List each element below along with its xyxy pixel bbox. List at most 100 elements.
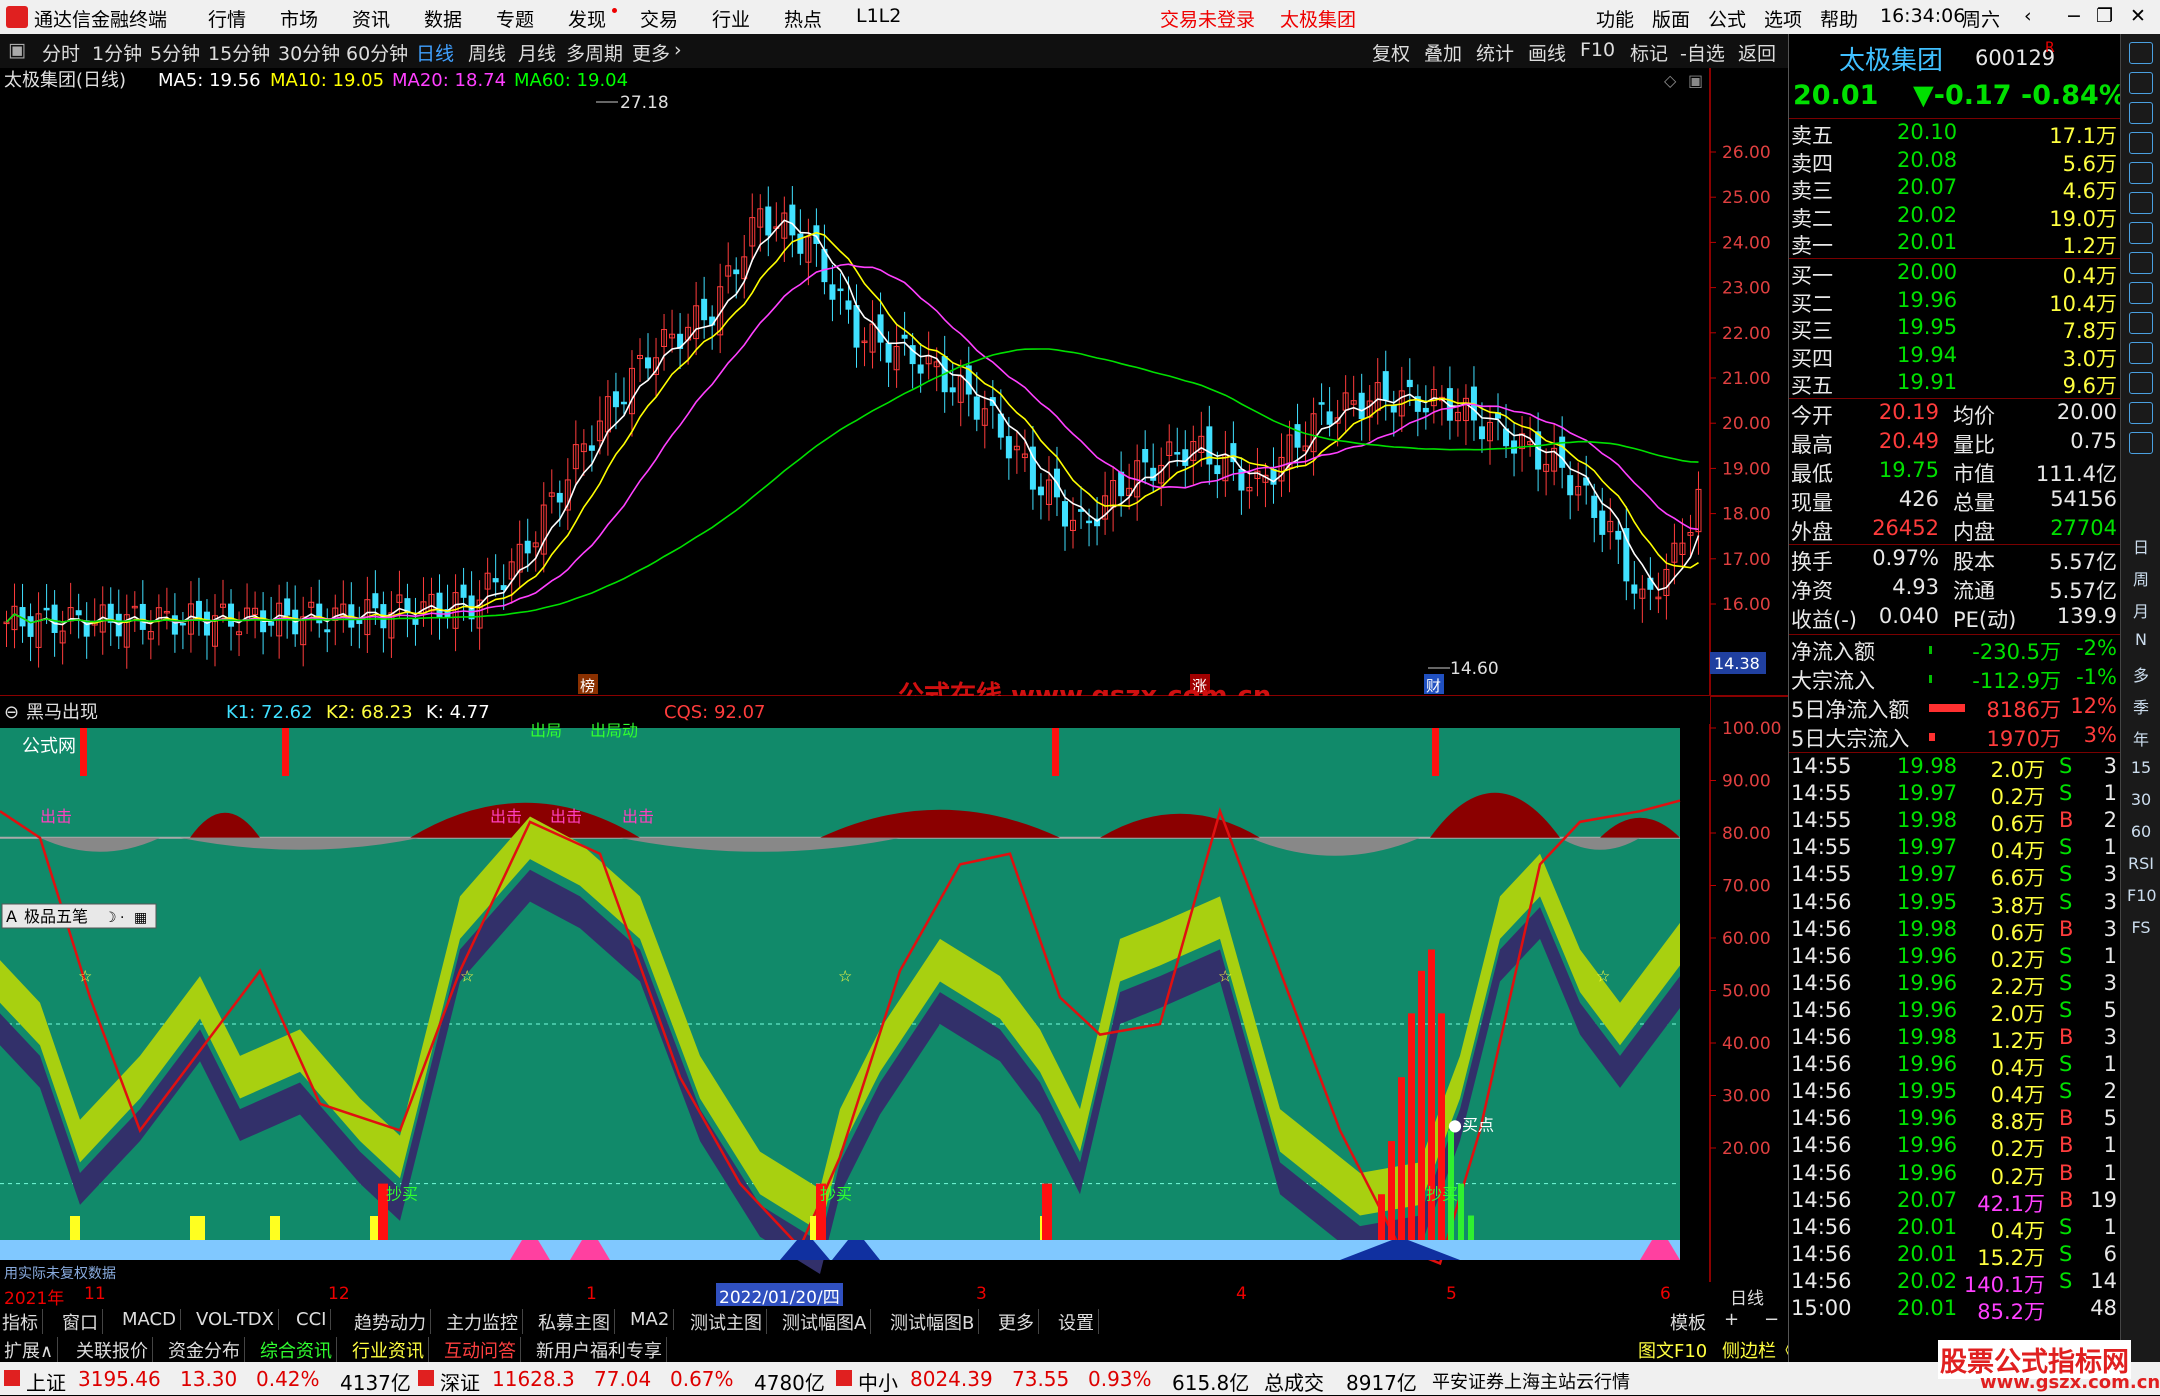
rail-down-icon[interactable]: [2129, 102, 2153, 124]
tick-list[interactable]: 14:55 19.98 2.0万 S 3 14:55 19.97 0.2万 S 1 14:55 19.…: [1789, 754, 2121, 1324]
ask-row[interactable]: 卖五 20.10 17.1万: [1789, 120, 2121, 148]
period-weekly[interactable]: 周线: [468, 39, 506, 66]
info-tab-4[interactable]: 行业资讯: [352, 1337, 429, 1363]
indicator-tab-2[interactable]: MACD: [122, 1309, 181, 1330]
event-tag-list[interactable]: 榜: [580, 677, 595, 695]
tick-row[interactable]: 14:55 19.97 0.2万 S 1: [1789, 781, 2121, 809]
indicator-tab-10[interactable]: 测试幅图A: [782, 1309, 872, 1335]
indicator-tab-13[interactable]: 设置: [1058, 1309, 1099, 1335]
rail-period-2[interactable]: 月: [2127, 598, 2155, 622]
period-15min[interactable]: 15分钟: [208, 39, 270, 66]
tick-row[interactable]: 14:56 19.96 0.4万 S 1: [1789, 1052, 2121, 1080]
indicator-tab-5[interactable]: 趋势动力: [354, 1309, 431, 1335]
rail-cal-icon[interactable]: [2129, 282, 2153, 304]
tick-row[interactable]: 14:56 19.96 2.2万 S 3: [1789, 971, 2121, 999]
rail-period-4[interactable]: 多: [2127, 662, 2155, 686]
adjust-button[interactable]: 复权: [1372, 39, 1410, 66]
tick-row[interactable]: 14:55 19.98 0.6万 B 2: [1789, 808, 2121, 836]
tab-remove-button[interactable]: −: [1764, 1309, 1779, 1330]
rail-table-icon[interactable]: [2129, 132, 2153, 154]
indicator-tab-12[interactable]: 更多: [998, 1309, 1039, 1335]
draw-button[interactable]: 画线: [1528, 39, 1566, 66]
menu-data[interactable]: 数据: [424, 5, 462, 32]
index-name[interactable]: 上证: [26, 1367, 66, 1396]
bid-row[interactable]: 买二 19.96 10.4万: [1789, 288, 2121, 316]
index-name[interactable]: 深证: [440, 1367, 480, 1396]
info-tab-0[interactable]: 扩展∧: [4, 1337, 59, 1363]
tab-template-button[interactable]: 模板: [1670, 1309, 1706, 1335]
tick-row[interactable]: 14:56 19.96 8.8万 B 5: [1789, 1106, 2121, 1134]
ask-row[interactable]: 卖二 20.02 19.0万: [1789, 203, 2121, 231]
rail-list-icon[interactable]: [2129, 222, 2153, 244]
period-tick[interactable]: 分时: [42, 39, 80, 66]
ime-moon-icon[interactable]: ☽: [104, 910, 117, 926]
side-tab-0[interactable]: 图文F10: [1638, 1337, 1707, 1363]
event-tag-finance[interactable]: 财: [1426, 677, 1441, 695]
menu-topic[interactable]: 专题: [496, 5, 534, 32]
menu-formula[interactable]: 公式: [1708, 5, 1746, 32]
rail-grid-icon[interactable]: [2129, 42, 2153, 64]
chart-area[interactable]: 26.00 25.00 24.00 23.00 22.00 21.00 20.00 19.00…: [0, 68, 1788, 1286]
bid-row[interactable]: 买四 19.94 3.0万: [1789, 343, 2121, 371]
trade-login-status[interactable]: 交易未登录: [1160, 5, 1255, 32]
float-input-toolbar[interactable]: A 极品五笔 ☽ · ▦: [1, 903, 157, 929]
watchlist-button[interactable]: -自选: [1680, 39, 1725, 66]
rail-period-11[interactable]: F10: [2127, 886, 2157, 905]
ask-row[interactable]: 卖四 20.08 5.6万: [1789, 148, 2121, 176]
period-daily[interactable]: 日线: [416, 39, 454, 66]
rail-period-5[interactable]: 季: [2127, 694, 2155, 718]
rail-period-8[interactable]: 30: [2127, 790, 2155, 809]
rail-grid-icon[interactable]: [2129, 402, 2153, 424]
tick-row[interactable]: 14:56 19.98 1.2万 B 3: [1789, 1025, 2121, 1053]
info-tab-2[interactable]: 资金分布: [168, 1337, 245, 1363]
ask-row[interactable]: 卖三 20.07 4.6万: [1789, 175, 2121, 203]
index-name[interactable]: 中小: [858, 1367, 898, 1396]
tick-row[interactable]: 14:55 19.98 2.0万 S 3: [1789, 754, 2121, 782]
period-monthly[interactable]: 月线: [518, 39, 556, 66]
chart-square-icon[interactable]: ▣: [1688, 71, 1703, 90]
bid-row[interactable]: 买五 19.91 9.6万: [1789, 370, 2121, 398]
indicator-tab-4[interactable]: CCI: [296, 1309, 332, 1330]
menu-trade[interactable]: 交易: [640, 5, 678, 32]
rail-period-9[interactable]: 60: [2127, 822, 2155, 841]
tick-row[interactable]: 14:56 19.96 2.0万 S 5: [1789, 998, 2121, 1026]
side-tab-1[interactable]: 侧边栏《: [1722, 1337, 1794, 1363]
indicator-tab-6[interactable]: 主力监控: [446, 1309, 523, 1335]
data-source[interactable]: 平安证券上海主站云行情: [1432, 1368, 1630, 1394]
tab-add-button[interactable]: +: [1724, 1309, 1739, 1330]
back-button[interactable]: 返回: [1738, 39, 1776, 66]
rail-bar-icon[interactable]: [2129, 192, 2153, 214]
ime-dot-icon[interactable]: ·: [120, 910, 124, 926]
tick-row[interactable]: 14:56 19.96 0.2万 S 1: [1789, 944, 2121, 972]
tick-row[interactable]: 14:56 20.02 140.1万 S 14: [1789, 1269, 2121, 1297]
tick-row[interactable]: 14:55 19.97 6.6万 S 3: [1789, 862, 2121, 890]
menu-function[interactable]: 功能: [1596, 5, 1634, 32]
indicator-tab-9[interactable]: 测试主图: [690, 1309, 767, 1335]
menu-news[interactable]: 资讯: [352, 5, 390, 32]
menu-quotes[interactable]: 行情: [208, 5, 246, 32]
menu-discover[interactable]: 发现: [568, 5, 606, 32]
chart-diamond-icon[interactable]: ◇: [1664, 71, 1677, 90]
menu-l1l2[interactable]: L1L2: [856, 5, 901, 27]
period-1min[interactable]: 1分钟: [92, 39, 142, 66]
restore-icon[interactable]: ❐: [2096, 5, 2113, 27]
rail-period-1[interactable]: 周: [2127, 566, 2155, 590]
rail-period-3[interactable]: N: [2127, 630, 2155, 649]
mark-button[interactable]: 标记: [1630, 39, 1668, 66]
menu-hot[interactable]: 热点: [784, 5, 822, 32]
tick-row[interactable]: 14:56 19.95 0.4万 S 2: [1789, 1079, 2121, 1107]
period-5min[interactable]: 5分钟: [150, 39, 200, 66]
indicator-tab-1[interactable]: 窗口: [62, 1309, 103, 1335]
rail-period-7[interactable]: 15: [2127, 758, 2155, 777]
rail-fs-icon[interactable]: [2129, 312, 2153, 334]
info-tab-3[interactable]: 综合资讯: [260, 1337, 337, 1363]
tick-row[interactable]: 14:56 19.96 0.2万 B 1: [1789, 1133, 2121, 1161]
menu-help[interactable]: 帮助: [1820, 5, 1858, 32]
tick-row[interactable]: 14:56 20.07 42.1万 B 19: [1789, 1188, 2121, 1216]
indicator-tab-8[interactable]: MA2: [630, 1309, 675, 1330]
ask-row[interactable]: 卖一 20.01 1.2万: [1789, 230, 2121, 258]
rail-period-6[interactable]: 年: [2127, 726, 2155, 750]
tick-row[interactable]: 14:56 19.98 0.6万 B 3: [1789, 917, 2121, 945]
tick-row[interactable]: 14:56 19.96 0.2万 B 1: [1789, 1161, 2121, 1189]
rail-up-icon[interactable]: [2129, 72, 2153, 94]
